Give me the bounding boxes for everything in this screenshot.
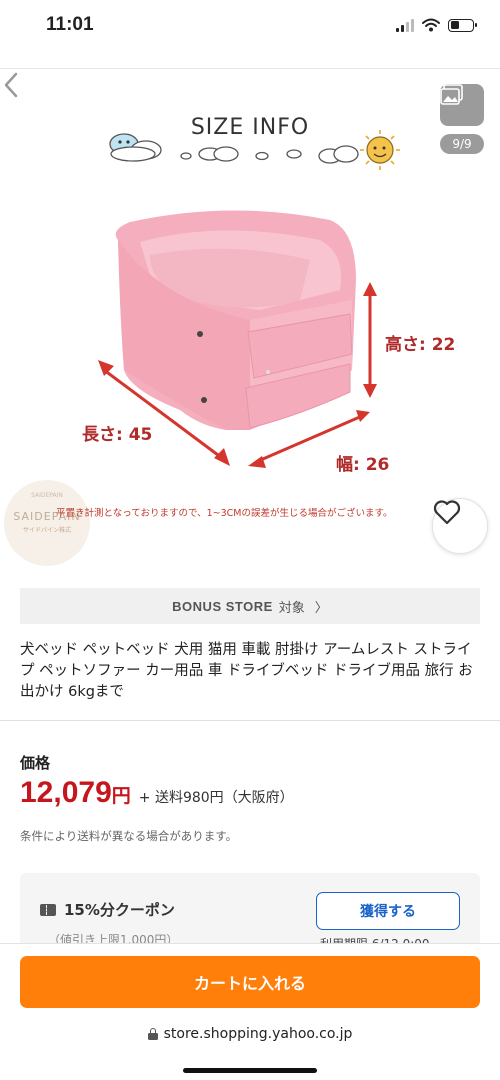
favorite-button[interactable] bbox=[432, 498, 488, 554]
url-text: store.shopping.yahoo.co.jp bbox=[163, 1026, 353, 1042]
bottom-bar: カートに入れる store.shopping.yahoo.co.jp bbox=[0, 943, 500, 1080]
height-label: 高さ: 22 bbox=[385, 334, 455, 355]
home-indicator[interactable] bbox=[183, 1068, 317, 1073]
divider bbox=[0, 720, 500, 721]
divider bbox=[0, 68, 500, 69]
coupon-icon bbox=[40, 903, 56, 916]
price-label: 価格 bbox=[20, 754, 51, 772]
width-label: 幅: 26 bbox=[336, 454, 389, 475]
status-icons bbox=[396, 18, 477, 32]
shop-seal-logo: SAIDEPAIN SAIDEPAIN サイドパイン株式 bbox=[4, 480, 90, 566]
wifi-icon bbox=[422, 18, 440, 32]
lock-icon bbox=[147, 1028, 158, 1040]
gallery-icon bbox=[440, 84, 463, 105]
shipping-fee: + 送料980円 bbox=[138, 790, 224, 806]
add-to-cart-button[interactable]: カートに入れる bbox=[20, 956, 480, 1008]
price-row: 12,079 円 + 送料980円 （大阪府） bbox=[20, 776, 294, 810]
coupon-title: 15%分クーポン bbox=[64, 901, 175, 919]
heart-icon bbox=[433, 500, 461, 525]
price-unit: 円 bbox=[111, 785, 131, 807]
size-info-heading: SIZE INFO bbox=[191, 115, 309, 140]
pet-bed-image bbox=[115, 210, 356, 430]
status-bar: 11:01 bbox=[0, 0, 500, 56]
measurement-note: 平置き計測となっておりますので、1~3CMの誤差が生じる場合がございます。 bbox=[56, 508, 393, 519]
get-coupon-button[interactable]: 獲得する bbox=[316, 892, 460, 930]
product-image-gallery[interactable]: SIZE INFO 高さ: 22 長さ: 45 幅: 26 SAIDEPAIN … bbox=[0, 70, 500, 575]
chevron-left-icon[interactable] bbox=[0, 70, 24, 100]
browser-url-bar[interactable]: store.shopping.yahoo.co.jp bbox=[0, 1026, 500, 1042]
image-counter: 9/9 bbox=[440, 134, 484, 154]
sun-decoration bbox=[360, 130, 400, 170]
shipping-region: （大阪府） bbox=[223, 790, 294, 806]
coupon-title-row: 15%分クーポン bbox=[40, 899, 175, 920]
bonus-store-brand: BONUS STORE bbox=[172, 598, 273, 614]
length-label: 長さ: 45 bbox=[82, 425, 152, 445]
chevron-right-icon: 〉 bbox=[314, 600, 328, 616]
gallery-view-button[interactable] bbox=[440, 84, 484, 126]
shipping-note: 条件により送料が異なる場合があります。 bbox=[20, 829, 238, 843]
bonus-store-suffix: 対象 bbox=[278, 600, 305, 616]
price-value: 12,079 bbox=[20, 776, 112, 809]
product-title: 犬ベッド ペットベッド 犬用 猫用 車載 肘掛け アームレスト ストライプ ペッ… bbox=[20, 642, 473, 700]
status-time: 11:01 bbox=[46, 14, 94, 35]
signal-icon bbox=[396, 18, 414, 32]
battery-icon bbox=[448, 18, 477, 32]
bonus-store-banner[interactable]: BONUS STORE 対象 〉 bbox=[20, 588, 480, 624]
